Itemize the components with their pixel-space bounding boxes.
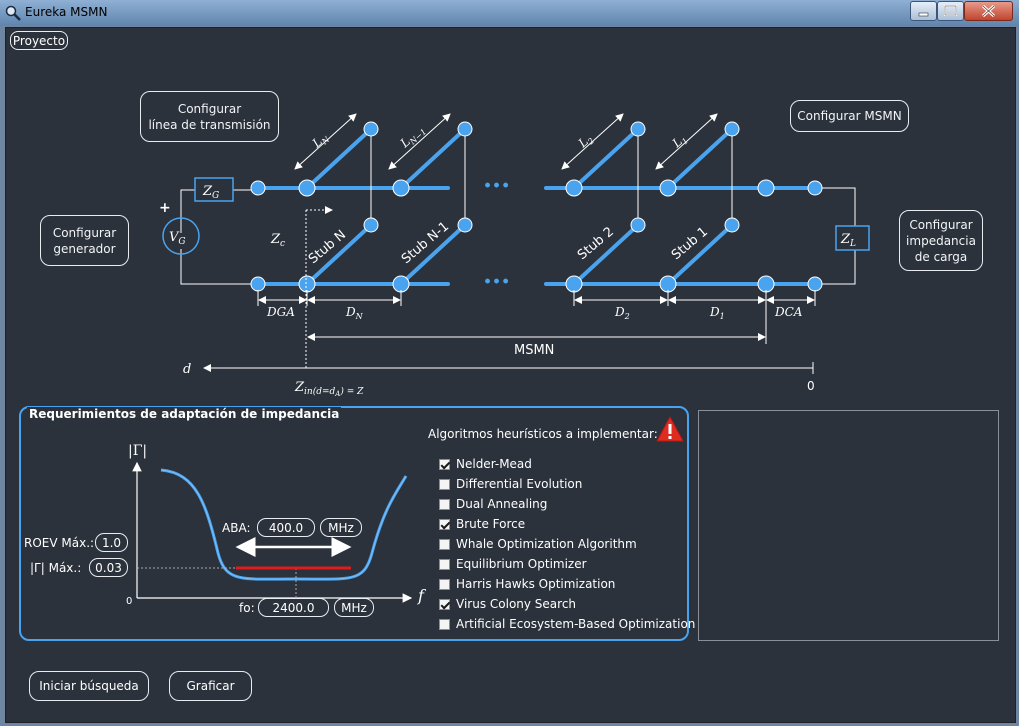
ellipsis-top: ··· xyxy=(483,171,510,201)
origin-label: 0 xyxy=(126,596,132,607)
maximize-icon xyxy=(944,5,957,16)
aba-input[interactable]: 400.0 xyxy=(257,518,315,537)
algorithm-label: Equilibrium Optimizer xyxy=(456,557,587,571)
config-generador-line2: generador xyxy=(53,241,116,256)
algorithm-item[interactable]: Virus Colony Search xyxy=(439,594,695,614)
algorithm-item[interactable]: Artificial Ecosystem-Based Optimization xyxy=(439,614,695,634)
dca-label: DCA xyxy=(774,305,803,319)
config-generador-button[interactable]: Configurar generador xyxy=(40,215,129,266)
config-linea-button[interactable]: Configurar línea de transmisión xyxy=(140,91,279,142)
transmission-lines xyxy=(256,127,817,286)
f-axis-label: f xyxy=(417,586,426,605)
fo-input[interactable]: 2400.0 xyxy=(258,598,329,617)
fo-label: fo: xyxy=(239,601,255,615)
magnifier-icon xyxy=(5,5,21,21)
algorithm-checkbox[interactable] xyxy=(439,598,450,610)
algorithm-label: Artificial Ecosystem-Based Optimization xyxy=(456,617,696,631)
ln-label: LN xyxy=(309,129,332,152)
aba-label: ABA: xyxy=(222,521,251,535)
l1-label: L1 xyxy=(669,131,690,152)
gamma-max-label: |Γ| Máx.: xyxy=(30,561,82,575)
config-carga-button[interactable]: Configurar impedancia de carga xyxy=(899,210,983,271)
stub-1-label: Stub 1 xyxy=(669,224,711,263)
algorithm-label: Brute Force xyxy=(456,517,526,531)
algorithm-item[interactable]: Brute Force xyxy=(439,514,695,534)
fo-unit: MHz xyxy=(334,598,374,617)
title-bar: Eureka MSMN xyxy=(0,0,1019,26)
zl-label: ZL xyxy=(840,232,856,249)
d1-label: D1 xyxy=(709,305,725,321)
main-window: Proyecto ··· ··· ZG VG + ZL Zc Stub N St… xyxy=(5,27,1016,723)
algorithm-checkbox[interactable] xyxy=(439,538,450,550)
roev-label: ROEV Máx.: xyxy=(24,536,95,550)
graficar-button[interactable]: Graficar xyxy=(169,671,252,701)
gamma-max-input[interactable]: 0.03 xyxy=(89,558,128,577)
msmn-label: MSMN xyxy=(514,343,554,358)
d2-label: D2 xyxy=(614,305,630,321)
results-panel xyxy=(698,410,999,641)
algorithm-label: Differential Evolution xyxy=(456,477,583,491)
algorithm-label: Harris Hawks Optimization xyxy=(456,577,616,591)
algorithm-checkbox[interactable] xyxy=(439,458,450,470)
nodes xyxy=(250,121,823,293)
warning-icon xyxy=(656,416,684,442)
algorithm-item[interactable]: Dual Annealing xyxy=(439,494,695,514)
zero-label: 0 xyxy=(807,379,815,393)
generator-wires xyxy=(180,187,856,285)
algorithm-item[interactable]: Differential Evolution xyxy=(439,474,695,494)
zin-label: Zin(d=dA) = Z xyxy=(294,380,364,398)
algorithms-list: Nelder-Mead Differential Evolution Dual An… xyxy=(439,454,695,634)
plus-sign: + xyxy=(159,200,171,216)
maximize-button[interactable] xyxy=(937,1,964,21)
roev-input[interactable]: 1.0 xyxy=(95,533,128,552)
algorithm-item[interactable]: Whale Optimization Algorithm xyxy=(439,534,695,554)
config-linea-line2: línea de transmisión xyxy=(148,117,271,132)
algorithm-checkbox[interactable] xyxy=(439,558,450,570)
gamma-axis-label: |Γ| xyxy=(128,443,147,459)
zg-label: ZG xyxy=(202,184,219,201)
config-carga-line2: impedancia xyxy=(906,233,976,248)
algorithm-label: Virus Colony Search xyxy=(456,597,577,611)
vg-label: VG xyxy=(169,230,186,247)
config-carga-line3: de carga xyxy=(914,249,968,264)
algorithm-checkbox[interactable] xyxy=(439,618,450,630)
dga-label: DGA xyxy=(266,305,295,319)
algorithm-label: Nelder-Mead xyxy=(456,457,532,471)
close-icon xyxy=(981,4,996,18)
d-axis-label: d xyxy=(183,362,191,377)
algorithm-item[interactable]: Harris Hawks Optimization xyxy=(439,574,695,594)
algorithm-checkbox[interactable] xyxy=(439,518,450,530)
config-carga-line1: Configurar xyxy=(909,217,973,232)
algorithm-item[interactable]: Equilibrium Optimizer xyxy=(439,554,695,574)
algorithms-title: Algoritmos heurísticos a implementar: xyxy=(428,427,658,441)
aba-unit: MHz xyxy=(320,518,362,537)
algorithm-item[interactable]: Nelder-Mead xyxy=(439,454,695,474)
config-linea-line1: Configurar xyxy=(177,101,242,116)
config-generador-line1: Configurar xyxy=(52,225,117,240)
config-msmn-button[interactable]: Configurar MSMN xyxy=(790,100,909,132)
l2-label: L2 xyxy=(575,131,596,152)
window-title: Eureka MSMN xyxy=(25,5,108,19)
dn-label: DN xyxy=(345,305,364,321)
ellipsis-bottom: ··· xyxy=(483,267,510,297)
stub-2-label: Stub 2 xyxy=(575,224,617,263)
msmn-circuit-diagram: ··· ··· ZG VG + ZL Zc Stub N Stub N-1 St… xyxy=(159,113,870,398)
zc-label: Zc xyxy=(270,232,285,249)
algorithm-checkbox[interactable] xyxy=(439,478,450,490)
algorithm-label: Whale Optimization Algorithm xyxy=(456,537,637,551)
algorithm-checkbox[interactable] xyxy=(439,498,450,510)
algorithm-checkbox[interactable] xyxy=(439,578,450,590)
algorithm-label: Dual Annealing xyxy=(456,497,548,511)
requirements-title: Requerimientos de adaptación de impedanc… xyxy=(27,407,342,421)
minimize-icon xyxy=(918,12,929,17)
stub-n-label: Stub N xyxy=(306,227,349,267)
close-button[interactable] xyxy=(964,1,1013,21)
iniciar-busqueda-button[interactable]: Iniciar búsqueda xyxy=(29,671,149,701)
minimize-button[interactable] xyxy=(910,1,937,21)
